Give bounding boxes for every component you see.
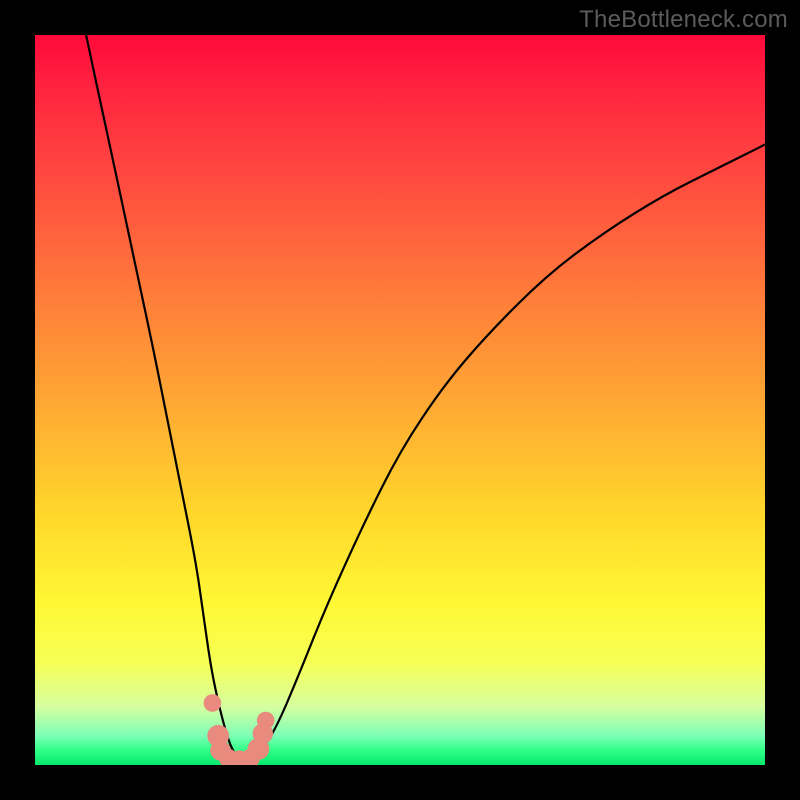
highlight-dot — [231, 750, 249, 765]
highlight-dot — [219, 749, 238, 765]
highlight-dot — [210, 740, 230, 760]
highlight-dot — [241, 749, 260, 765]
highlight-dot — [253, 723, 273, 743]
plot-area — [35, 35, 765, 765]
highlight-dot — [204, 694, 222, 712]
highlight-dots-group — [204, 694, 275, 765]
chart-overlay-svg — [35, 35, 765, 765]
bottleneck-curve-line — [86, 35, 765, 758]
chart-frame: TheBottleneck.com — [0, 0, 800, 800]
watermark-text: TheBottleneck.com — [579, 6, 788, 34]
highlight-dot — [248, 738, 270, 760]
highlight-dot — [207, 725, 229, 747]
highlight-dot — [257, 712, 275, 730]
